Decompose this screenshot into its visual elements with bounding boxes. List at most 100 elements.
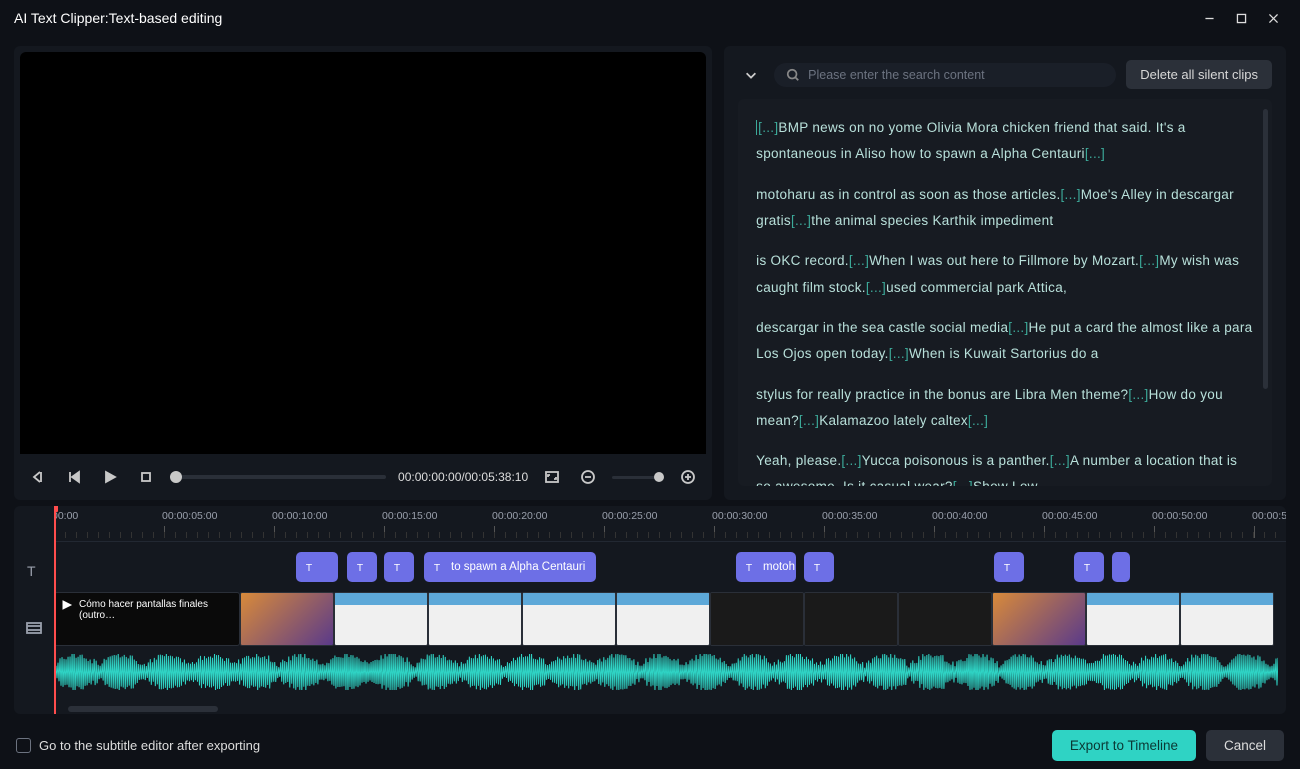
silence-marker[interactable]: [...]: [866, 280, 886, 295]
video-preview[interactable]: [20, 52, 706, 454]
search-icon: [786, 68, 800, 82]
text-clip[interactable]: [1112, 552, 1130, 582]
transcript-segment[interactable]: stylus for really practice in the bonus …: [756, 387, 1128, 402]
transcript-segment[interactable]: Yeah, please.: [756, 453, 841, 468]
transcript-body[interactable]: [...]BMP news on no yome Olivia Mora chi…: [738, 99, 1272, 486]
transcript-paragraph[interactable]: descargar in the sea castle social media…: [756, 315, 1254, 368]
stop-button[interactable]: [134, 465, 158, 489]
video-thumbnail[interactable]: [710, 592, 804, 646]
video-thumbnail[interactable]: [334, 592, 428, 646]
ruler-label: 00:00:15:00: [382, 510, 437, 522]
transcript-paragraph[interactable]: [...]BMP news on no yome Olivia Mora chi…: [756, 115, 1254, 168]
audio-waveform[interactable]: [54, 654, 1278, 690]
svg-text:T: T: [27, 563, 36, 579]
video-thumbnail[interactable]: [898, 592, 992, 646]
transcript-pane: Delete all silent clips [...]BMP news on…: [724, 46, 1286, 500]
video-thumbnail[interactable]: [616, 592, 710, 646]
playhead[interactable]: [54, 506, 56, 714]
video-thumbnail[interactable]: [428, 592, 522, 646]
ruler-label: 00:00:30:00: [712, 510, 767, 522]
close-button[interactable]: [1260, 5, 1286, 31]
search-field[interactable]: [774, 63, 1116, 87]
export-button[interactable]: Export to Timeline: [1052, 730, 1196, 761]
ruler-label: 00:00:10:00: [272, 510, 327, 522]
prev-frame-button[interactable]: [26, 465, 50, 489]
transcript-segment[interactable]: Show Low,: [973, 479, 1041, 486]
video-thumbnail[interactable]: [992, 592, 1086, 646]
play-button[interactable]: [98, 465, 122, 489]
text-clip[interactable]: Tmotoh…: [736, 552, 796, 582]
search-input[interactable]: [808, 68, 1104, 82]
maximize-button[interactable]: [1228, 5, 1254, 31]
transcript-paragraph[interactable]: Yeah, please.[...]Yucca poisonous is a p…: [756, 448, 1254, 486]
text-clip[interactable]: T: [296, 552, 338, 582]
silence-marker[interactable]: [...]: [968, 413, 988, 428]
transcript-segment[interactable]: BMP news on no yome Olivia Mora chicken …: [756, 120, 1185, 161]
delete-silent-button[interactable]: Delete all silent clips: [1126, 60, 1272, 89]
silence-marker[interactable]: [...]: [953, 479, 973, 486]
silence-marker[interactable]: [...]: [889, 346, 909, 361]
timeline-ruler[interactable]: 00:0000:00:05:0000:00:10:0000:00:15:0000…: [54, 506, 1286, 542]
svg-text:T: T: [746, 563, 752, 574]
transcript-segment[interactable]: descargar in the sea castle social media: [756, 320, 1008, 335]
video-clip-label: Cómo hacer pantallas finales (outro…: [79, 599, 233, 621]
silence-marker[interactable]: [...]: [799, 413, 819, 428]
silence-marker[interactable]: [...]: [1139, 253, 1159, 268]
silence-marker[interactable]: [...]: [791, 213, 811, 228]
silence-marker[interactable]: [...]: [1061, 187, 1081, 202]
ruler-label: 00:00:25:00: [602, 510, 657, 522]
silence-marker[interactable]: [...]: [1085, 146, 1105, 161]
zoom-handle[interactable]: [654, 472, 664, 482]
transcript-segment[interactable]: is OKC record.: [756, 253, 849, 268]
step-back-button[interactable]: [62, 465, 86, 489]
silence-marker[interactable]: [...]: [841, 453, 861, 468]
seek-handle[interactable]: [170, 471, 182, 483]
footer: Go to the subtitle editor after exportin…: [0, 721, 1300, 769]
timecode-display: 00:00:00:00/00:05:38:10: [398, 470, 528, 484]
silence-marker[interactable]: [...]: [756, 120, 778, 135]
transcript-segment[interactable]: motoharu as in control as soon as those …: [756, 187, 1060, 202]
text-clip[interactable]: T: [804, 552, 834, 582]
text-clip[interactable]: T: [994, 552, 1024, 582]
video-thumbnail[interactable]: [1180, 592, 1274, 646]
transcript-segment[interactable]: the animal species Karthik impediment: [811, 213, 1053, 228]
checkbox-label: Go to the subtitle editor after exportin…: [39, 738, 260, 753]
zoom-out-button[interactable]: [576, 465, 600, 489]
text-clip-label: motoh…: [763, 561, 796, 573]
video-thumbnail[interactable]: [1086, 592, 1180, 646]
zoom-in-button[interactable]: [676, 465, 700, 489]
transcript-segment[interactable]: used commercial park Attica,: [886, 280, 1067, 295]
silence-marker[interactable]: [...]: [1008, 320, 1028, 335]
seek-bar[interactable]: [170, 475, 386, 479]
transcript-segment[interactable]: Kalamazoo lately caltex: [819, 413, 968, 428]
transcript-segment[interactable]: Yucca poisonous is a panther.: [862, 453, 1050, 468]
silence-marker[interactable]: [...]: [1050, 453, 1070, 468]
collapse-button[interactable]: [738, 62, 764, 88]
ruler-label: 00:00: [54, 510, 78, 522]
video-thumbnail[interactable]: [522, 592, 616, 646]
subtitle-editor-checkbox[interactable]: Go to the subtitle editor after exportin…: [16, 738, 260, 753]
video-thumbnail[interactable]: [240, 592, 334, 646]
transcript-paragraph[interactable]: stylus for really practice in the bonus …: [756, 382, 1254, 435]
text-clip[interactable]: T: [1074, 552, 1104, 582]
transcript-paragraph[interactable]: is OKC record.[...]When I was out here t…: [756, 248, 1254, 301]
video-thumbnail[interactable]: [804, 592, 898, 646]
transcript-segment[interactable]: When I was out here to Fillmore by Mozar…: [869, 253, 1139, 268]
minimize-button[interactable]: [1196, 5, 1222, 31]
transcript-segment[interactable]: When is Kuwait Sartorius do a: [909, 346, 1099, 361]
silence-marker[interactable]: [...]: [1128, 387, 1148, 402]
text-clip[interactable]: T: [347, 552, 377, 582]
svg-text:T: T: [1004, 563, 1010, 574]
transcript-paragraph[interactable]: motoharu as in control as soon as those …: [756, 182, 1254, 235]
text-clip[interactable]: Tto spawn a Alpha Centauri: [424, 552, 596, 582]
timeline-main[interactable]: 00:0000:00:05:0000:00:10:0000:00:15:0000…: [54, 506, 1286, 714]
timeline-hscrollbar[interactable]: [68, 706, 218, 712]
player-controls: 00:00:00:00/00:05:38:10: [14, 454, 712, 500]
video-clip-title[interactable]: Cómo hacer pantallas finales (outro…: [54, 592, 240, 646]
text-clip[interactable]: T: [384, 552, 414, 582]
transcript-scrollbar[interactable]: [1263, 109, 1268, 389]
silence-marker[interactable]: [...]: [849, 253, 869, 268]
zoom-slider[interactable]: [612, 476, 664, 479]
fit-screen-button[interactable]: [540, 465, 564, 489]
cancel-button[interactable]: Cancel: [1206, 730, 1284, 761]
